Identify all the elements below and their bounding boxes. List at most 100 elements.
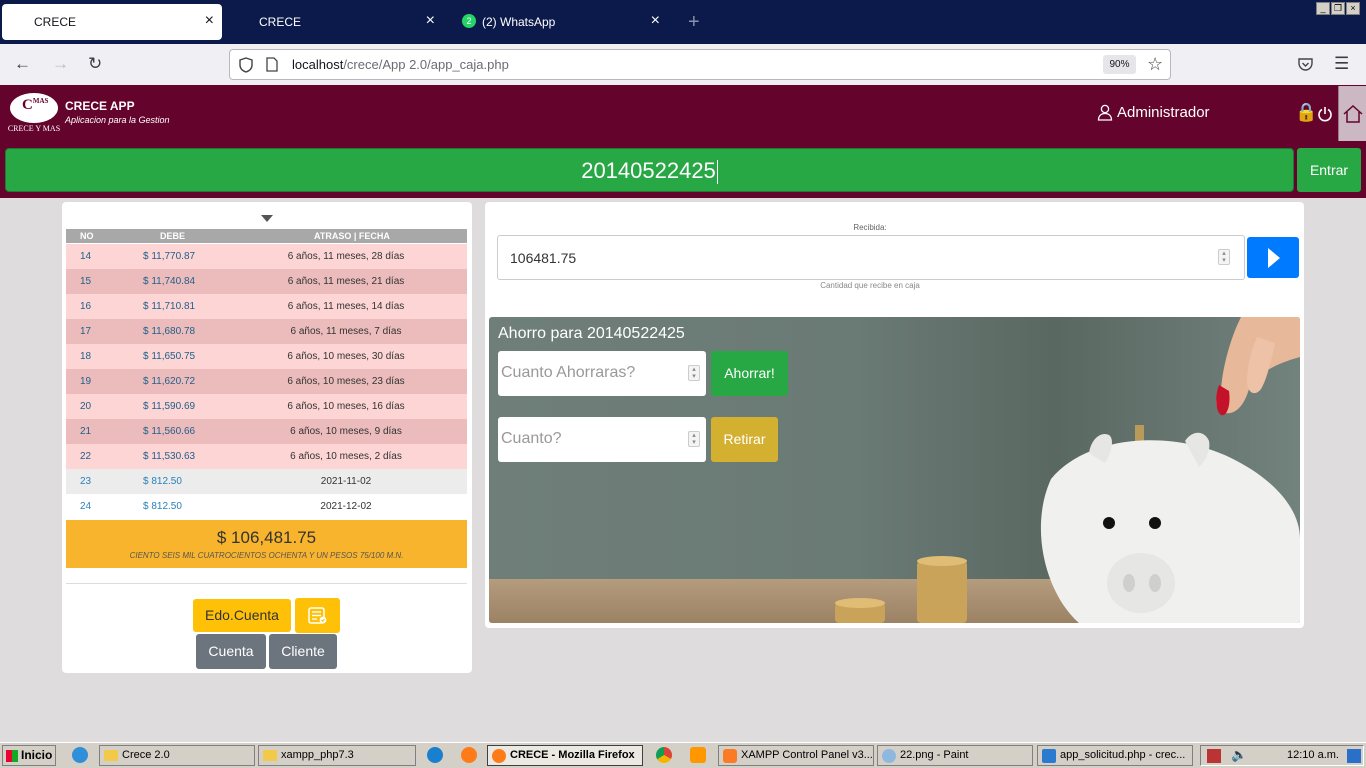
logo-text: CRECE Y MAS <box>7 124 61 133</box>
zoom-level[interactable]: 90% <box>1103 55 1136 74</box>
whatsapp-icon: 2 <box>462 14 476 28</box>
user-icon <box>1097 104 1113 121</box>
received-amount-input[interactable]: 106481.75 ▴ ▾ <box>497 235 1245 280</box>
forward-icon[interactable]: → <box>52 54 69 74</box>
power-icon[interactable] <box>1317 106 1333 122</box>
firefox-icon <box>492 749 506 763</box>
taskbar-item-xampp-folder[interactable]: xampp_php7.3 <box>258 745 416 766</box>
shield-icon[interactable] <box>239 57 253 73</box>
table-row[interactable]: 20 $ 11,590.69 6 años, 10 meses, 16 días <box>66 394 467 419</box>
back-icon[interactable]: ← <box>14 54 31 74</box>
edge-browser-icon[interactable] <box>427 747 443 763</box>
taskbar-item-paint[interactable]: 22.png - Paint <box>877 745 1033 766</box>
home-button[interactable] <box>1338 86 1366 141</box>
table-row[interactable]: 16 $ 11,710.81 6 años, 11 meses, 14 días <box>66 294 467 319</box>
taskbar-item-crece-folder[interactable]: Crece 2.0 <box>99 745 255 766</box>
xampp-icon <box>723 749 737 763</box>
coin-stack-image <box>835 556 967 623</box>
table-row[interactable]: 17 $ 11,680.78 6 años, 11 meses, 7 días <box>66 319 467 344</box>
payments-card: NO DEBE ATRASO | FECHA 14 $ 11,770.87 6 añ… <box>62 202 472 673</box>
table-row[interactable]: 24 $ 812.50 2021-12-02 <box>66 494 467 519</box>
taskbar-item-vscode[interactable]: app_solicitud.php - crec... <box>1037 745 1193 766</box>
deposit-button[interactable]: Ahorrar! <box>711 351 788 396</box>
table-row[interactable]: 14 $ 11,770.87 6 años, 11 meses, 28 días <box>66 244 467 269</box>
minimize-icon[interactable]: _ <box>1316 2 1330 15</box>
tab-label: CRECE <box>259 15 302 29</box>
savings-panel: Ahorro para 20140522425 Cuanto Ahorraras… <box>489 317 1300 623</box>
user-menu[interactable]: Administrador <box>1097 104 1210 121</box>
withdraw-button[interactable]: Retirar <box>711 417 778 462</box>
enter-button[interactable]: Entrar <box>1297 148 1361 192</box>
browser-tab-strip: CRECE × CRECE × 2 (2) WhatsApp × + _ ❐ × <box>0 0 1366 44</box>
table-row[interactable]: 21 $ 11,560.66 6 años, 10 meses, 9 días <box>66 419 467 444</box>
volume-icon[interactable]: 🔈 <box>1231 747 1247 763</box>
home-icon <box>1343 105 1363 123</box>
url-text[interactable]: localhost/crece/App 2.0/app_caja.php <box>292 57 509 72</box>
checklist-icon <box>308 607 327 624</box>
table-row[interactable]: 19 $ 11,620.72 6 años, 10 meses, 23 días <box>66 369 467 394</box>
firefox-icon[interactable] <box>461 747 477 763</box>
received-amount-value: 106481.75 <box>510 250 577 266</box>
sublime-icon[interactable] <box>690 747 706 763</box>
notification-icon[interactable] <box>1347 749 1361 763</box>
scan-bar: 20140522425 Entrar <box>0 142 1366 198</box>
app-header: CMAS CRECE Y MAS CRECE APP Aplicacion pa… <box>0 85 1366 142</box>
paint-icon <box>882 749 896 763</box>
app-subtitle: Aplicacion para la Gestion <box>65 115 170 125</box>
clock[interactable]: 12:10 a.m. <box>1287 749 1339 761</box>
deposit-amount-input[interactable]: Cuanto Ahorraras? ▴ ▾ <box>498 351 706 396</box>
number-spinner[interactable]: ▴ ▾ <box>1218 249 1230 265</box>
close-tab-icon[interactable]: × <box>651 13 660 29</box>
page-icon[interactable] <box>266 57 278 72</box>
column-header-atraso: ATRASO | FECHA <box>314 231 390 241</box>
start-button[interactable]: Inicio <box>2 745 56 766</box>
edo-cuenta-button[interactable]: Edo.Cuenta <box>193 599 291 632</box>
table-row[interactable]: 23 $ 812.50 2021-11-02 <box>66 469 467 494</box>
number-spinner[interactable]: ▴ ▾ <box>688 365 700 381</box>
cuenta-button[interactable]: Cuenta <box>196 634 266 669</box>
table-row[interactable]: 18 $ 11,650.75 6 años, 10 meses, 30 días <box>66 344 467 369</box>
tab-whatsapp[interactable]: 2 (2) WhatsApp × <box>460 4 668 40</box>
withdraw-placeholder: Cuanto? <box>501 430 562 447</box>
edge-icon[interactable] <box>72 747 88 763</box>
new-tab-icon[interactable]: + <box>688 12 700 32</box>
close-window-icon[interactable]: × <box>1346 2 1360 15</box>
table-row[interactable]: 22 $ 11,530.63 6 años, 10 meses, 2 días <box>66 444 467 469</box>
taskbar-item-firefox[interactable]: CRECE - Mozilla Firefox <box>487 745 643 766</box>
lock-icon[interactable]: 🔒 <box>1295 102 1317 122</box>
collapse-caret-icon[interactable] <box>261 215 273 222</box>
column-header-no: NO <box>80 231 94 241</box>
bookmark-star-icon[interactable]: ☆ <box>1147 54 1163 75</box>
play-arrow-icon <box>1268 248 1280 268</box>
payments-table: 14 $ 11,770.87 6 años, 11 meses, 28 días 1… <box>66 244 467 519</box>
close-tab-icon[interactable]: × <box>426 13 435 29</box>
vscode-icon <box>1042 749 1056 763</box>
withdraw-amount-input[interactable]: Cuanto? ▴ ▾ <box>498 417 706 462</box>
table-row[interactable]: 15 $ 11,740.84 6 años, 11 meses, 21 días <box>66 269 467 294</box>
cliente-button[interactable]: Cliente <box>269 634 337 669</box>
menu-icon[interactable]: ☰ <box>1334 54 1349 74</box>
pocket-icon[interactable] <box>1298 57 1313 71</box>
number-spinner[interactable]: ▴ ▾ <box>688 431 700 447</box>
report-button[interactable] <box>295 598 340 633</box>
folder-icon <box>263 750 277 761</box>
windows-logo-icon <box>6 750 18 762</box>
reload-icon[interactable]: ↻ <box>88 54 102 74</box>
received-label: Recibida: <box>853 223 887 232</box>
account-number-input[interactable]: 20140522425 <box>5 148 1294 192</box>
divider <box>66 583 467 584</box>
submit-payment-button[interactable] <box>1247 237 1299 278</box>
user-name: Administrador <box>1117 104 1210 121</box>
tab-crece[interactable]: CRECE × <box>227 4 443 40</box>
taskbar-item-xampp[interactable]: XAMPP Control Panel v3.... <box>718 745 874 766</box>
tab-crece-active[interactable]: CRECE × <box>2 4 222 40</box>
folder-icon <box>104 750 118 761</box>
restore-icon[interactable]: ❐ <box>1331 2 1345 15</box>
url-bar[interactable]: localhost/crece/App 2.0/app_caja.php 90%… <box>229 49 1171 80</box>
window-controls: _ ❐ × <box>1316 2 1360 15</box>
network-icon[interactable] <box>1207 749 1221 763</box>
received-hint: Cantidad que recibe en caja <box>820 281 920 290</box>
total-in-words: CIENTO SEIS MIL CUATROCIENTOS OCHENTA Y … <box>129 551 404 560</box>
chrome-icon[interactable] <box>656 747 672 763</box>
close-tab-icon[interactable]: × <box>205 13 214 29</box>
